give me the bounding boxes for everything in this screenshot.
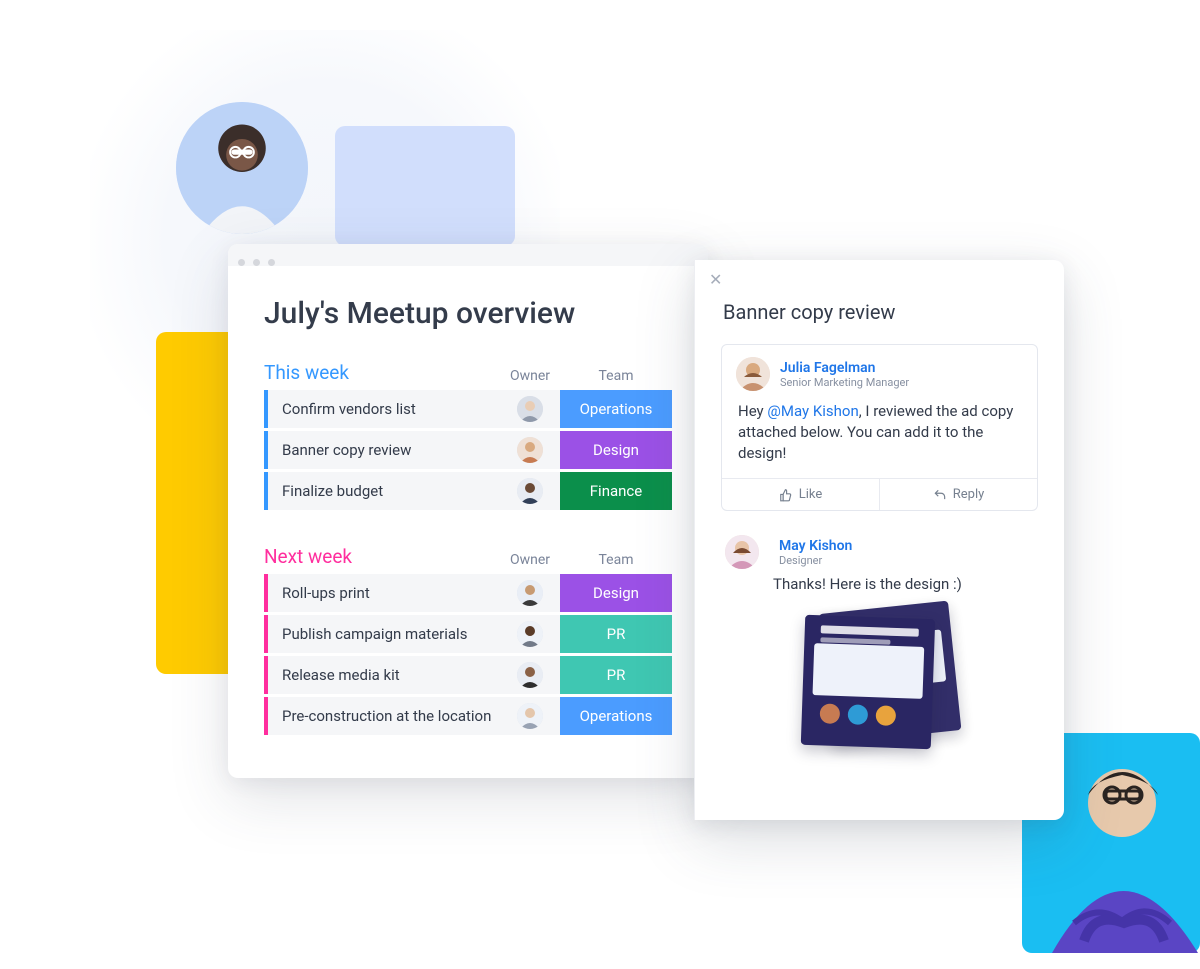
task-row[interactable]: Confirm vendors list Operations [264, 390, 672, 428]
user-mention[interactable]: @May Kishon [767, 402, 858, 420]
decorative-avatar-top [176, 102, 308, 234]
avatar-icon [517, 396, 543, 422]
task-owner[interactable] [500, 396, 560, 422]
task-team-tag[interactable]: PR [560, 615, 672, 653]
traffic-light-icon [253, 259, 260, 266]
detail-panel-title: Banner copy review [695, 260, 1064, 344]
reply-label: Reply [953, 487, 985, 502]
document-art-icon [801, 615, 935, 749]
comment-author[interactable]: Julia Fagelman [780, 360, 909, 376]
task-owner[interactable] [500, 580, 560, 606]
column-header-team: Team [560, 552, 672, 568]
avatar-icon [517, 437, 543, 463]
task-owner[interactable] [500, 662, 560, 688]
task-team-tag[interactable]: PR [560, 656, 672, 694]
task-owner[interactable] [500, 621, 560, 647]
board-window: July's Meetup overview This week Owner T… [228, 244, 708, 778]
task-name: Publish campaign materials [268, 625, 500, 643]
group-title[interactable]: This week [264, 361, 500, 384]
close-icon[interactable]: ✕ [709, 270, 722, 289]
task-team-tag[interactable]: Design [560, 574, 672, 612]
comment-text: Hey [738, 402, 767, 420]
reply-icon [933, 488, 947, 502]
avatar-icon [736, 357, 770, 391]
thumbs-up-icon [779, 488, 793, 502]
reply-button[interactable]: Reply [880, 479, 1037, 510]
task-team-tag[interactable]: Design [560, 431, 672, 469]
task-row[interactable]: Publish campaign materials PR [264, 615, 672, 653]
like-button[interactable]: Like [722, 479, 880, 510]
traffic-light-icon [238, 259, 245, 266]
task-row[interactable]: Banner copy review Design [264, 431, 672, 469]
task-name: Pre-construction at the location [268, 707, 500, 725]
attachment-thumbnail[interactable] [773, 609, 973, 749]
task-team-tag[interactable]: Finance [560, 472, 672, 510]
comment-body: Hey @May Kishon, I reviewed the ad copy … [722, 397, 1037, 478]
task-team-tag[interactable]: Operations [560, 390, 672, 428]
task-name: Release media kit [268, 666, 500, 684]
group-title[interactable]: Next week [264, 545, 500, 568]
decorative-blue-block [335, 126, 515, 246]
task-owner[interactable] [500, 703, 560, 729]
avatar-icon [517, 478, 543, 504]
task-team-tag[interactable]: Operations [560, 697, 672, 735]
task-owner[interactable] [500, 437, 560, 463]
avatar-icon [517, 703, 543, 729]
task-row[interactable]: Release media kit PR [264, 656, 672, 694]
task-owner[interactable] [500, 478, 560, 504]
column-header-owner: Owner [500, 368, 560, 384]
item-detail-panel: ✕ Banner copy review Julia Fagelman Seni… [694, 260, 1064, 820]
comment-card: Julia Fagelman Senior Marketing Manager … [721, 344, 1038, 511]
group-header-this-week: This week Owner Team [264, 361, 672, 384]
task-name: Confirm vendors list [268, 400, 500, 418]
task-row[interactable]: Roll-ups print Design [264, 574, 672, 612]
group-header-next-week: Next week Owner Team [264, 545, 672, 568]
avatar-icon [517, 662, 543, 688]
avatar-icon [517, 621, 543, 647]
task-name: Roll-ups print [268, 584, 500, 602]
reply-card: May Kishon Designer Thanks! Here is the … [721, 527, 1038, 749]
task-name: Banner copy review [268, 441, 500, 459]
like-label: Like [799, 487, 823, 502]
task-name: Finalize budget [268, 482, 500, 500]
traffic-light-icon [268, 259, 275, 266]
task-row[interactable]: Finalize budget Finance [264, 472, 672, 510]
task-row[interactable]: Pre-construction at the location Operati… [264, 697, 672, 735]
person-icon [176, 102, 308, 234]
column-header-owner: Owner [500, 552, 560, 568]
column-header-team: Team [560, 368, 672, 384]
document-icon [801, 615, 935, 749]
board-title: July's Meetup overview [264, 296, 672, 331]
comment-author-role: Senior Marketing Manager [780, 376, 909, 389]
reply-body: Thanks! Here is the design :) [725, 569, 1034, 603]
avatar-icon [725, 535, 759, 569]
reply-author[interactable]: May Kishon [779, 538, 852, 554]
avatar-icon [517, 580, 543, 606]
reply-author-role: Designer [779, 554, 852, 567]
window-titlebar [228, 244, 708, 266]
